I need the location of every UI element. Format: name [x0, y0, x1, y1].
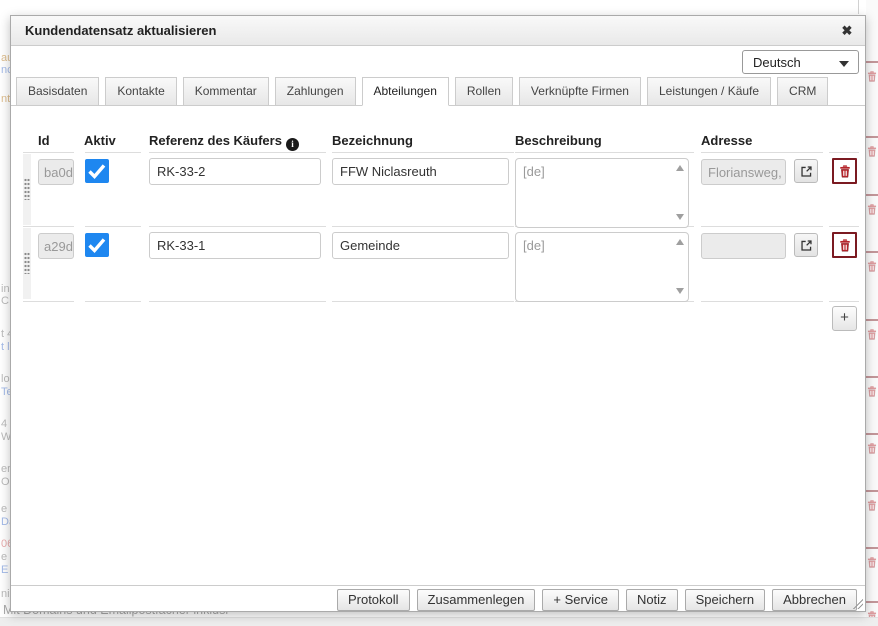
column-header-beschreibung: Beschreibung [515, 133, 602, 148]
zusammenlegen-button[interactable]: Zusammenlegen [417, 589, 536, 611]
column-header-referenz: Referenz des Käufers i [149, 133, 299, 151]
dialog-title: Kundendatensatz aktualisieren [25, 23, 216, 38]
drag-handle[interactable] [23, 228, 31, 299]
active-checkbox[interactable] [85, 233, 109, 257]
column-header-adresse: Adresse [701, 133, 752, 148]
info-icon[interactable]: i [286, 138, 299, 151]
designation-input[interactable] [332, 158, 509, 185]
tab-zahlungen[interactable]: Zahlungen [275, 77, 356, 105]
drag-handle[interactable] [23, 154, 31, 225]
tab-verknuepfte-firmen[interactable]: Verknüpfte Firmen [519, 77, 641, 105]
scroll-up-icon[interactable] [676, 165, 684, 171]
tab-bar: Basisdaten Kontakte Kommentar Zahlungen … [11, 77, 865, 106]
check-icon [85, 159, 109, 183]
language-select[interactable]: Deutsch [742, 50, 859, 74]
resize-handle-icon[interactable] [853, 599, 863, 609]
column-header-id: Id [38, 133, 50, 148]
add-row-button[interactable]: + [832, 306, 857, 331]
id-field [38, 233, 74, 259]
check-icon [85, 233, 109, 257]
tab-rollen[interactable]: Rollen [455, 77, 513, 105]
dialog-kundendatensatz: Kundendatensatz aktualisieren ✖ Deutsch … [10, 15, 866, 612]
column-header-bezeichnung: Bezeichnung [332, 133, 413, 148]
dialog-titlebar: Kundendatensatz aktualisieren ✖ [11, 16, 865, 46]
column-header-aktiv: Aktiv [84, 133, 116, 148]
delete-row-button[interactable] [832, 158, 857, 184]
open-address-button[interactable] [794, 233, 818, 257]
footer-buttons: Protokoll Zusammenlegen + Service Notiz … [337, 589, 857, 611]
abbrechen-button[interactable]: Abbrechen [772, 589, 857, 611]
scroll-down-icon[interactable] [676, 214, 684, 220]
tab-leistungen-kaeufe[interactable]: Leistungen / Käufe [647, 77, 771, 105]
grip-dots-icon [24, 178, 30, 200]
description-textarea[interactable] [515, 158, 689, 228]
tab-kontakte[interactable]: Kontakte [105, 77, 176, 105]
external-link-icon [800, 239, 813, 252]
service-button[interactable]: + Service [542, 589, 619, 611]
description-field [515, 158, 689, 228]
description-field [515, 232, 689, 302]
scroll-up-icon[interactable] [676, 239, 684, 245]
notiz-button[interactable]: Notiz [626, 589, 678, 611]
close-button[interactable]: ✖ [837, 21, 857, 41]
id-field [38, 159, 74, 185]
speichern-button[interactable]: Speichern [685, 589, 766, 611]
open-address-button[interactable] [794, 159, 818, 183]
tab-abteilungen[interactable]: Abteilungen [362, 77, 449, 106]
description-textarea[interactable] [515, 232, 689, 302]
buyer-reference-input[interactable] [149, 158, 321, 185]
close-icon: ✖ [842, 23, 853, 38]
column-header-referenz-label: Referenz des Käufers [149, 133, 282, 148]
trash-icon [838, 238, 852, 253]
tab-basisdaten[interactable]: Basisdaten [16, 77, 99, 105]
footer-divider [11, 585, 865, 586]
trash-icon [838, 164, 852, 179]
protokoll-button[interactable]: Protokoll [337, 589, 410, 611]
scroll-down-icon[interactable] [676, 288, 684, 294]
grip-dots-icon [24, 252, 30, 274]
buyer-reference-input[interactable] [149, 232, 321, 259]
address-field [701, 159, 786, 185]
tab-kommentar[interactable]: Kommentar [183, 77, 269, 105]
address-field [701, 233, 786, 259]
chevron-down-icon [839, 61, 849, 67]
tab-crm[interactable]: CRM [777, 77, 828, 105]
delete-row-button[interactable] [832, 232, 857, 258]
designation-input[interactable] [332, 232, 509, 259]
external-link-icon [800, 165, 813, 178]
language-select-value: Deutsch [753, 55, 801, 70]
active-checkbox[interactable] [85, 159, 109, 183]
